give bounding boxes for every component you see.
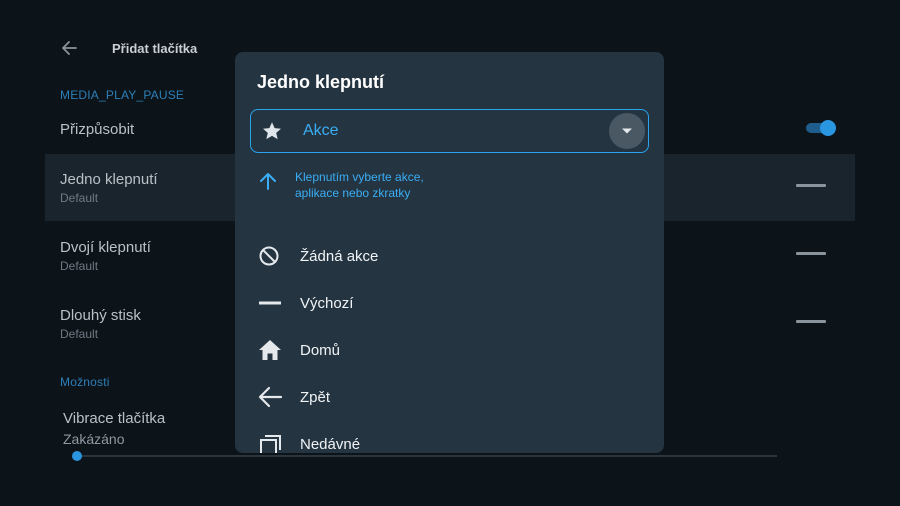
row-single-tap-subtitle: Default	[60, 191, 99, 205]
vibration-slider-track[interactable]	[77, 455, 777, 457]
row-double-tap-title[interactable]: Dvojí klepnutí	[60, 239, 151, 256]
dash-icon	[796, 320, 826, 323]
back-arrow-icon[interactable]	[58, 38, 84, 58]
option-home[interactable]: Domů	[257, 336, 340, 364]
vibration-title: Vibrace tlačítka	[63, 410, 166, 427]
dialog-title: Jedno klepnutí	[257, 72, 385, 92]
chevron-down-icon	[622, 128, 632, 134]
option-recents[interactable]: Nedávné	[257, 430, 360, 453]
home-icon	[257, 336, 287, 364]
action-dialog: Jedno klepnutí Akce Klepnutím vyberte ak…	[235, 52, 664, 453]
section-label-options: Možnosti	[60, 375, 110, 389]
hint-block: Klepnutím vyberte akce, aplikace nebo zk…	[257, 170, 425, 201]
option-label: Domů	[300, 341, 341, 359]
option-label: Výchozí	[300, 294, 354, 312]
section-label-media: MEDIA_PLAY_PAUSE	[60, 88, 185, 102]
option-label: Žádná akce	[300, 247, 379, 265]
option-no-action[interactable]: Žádná akce	[257, 242, 378, 270]
vibration-subtitle: Zakázáno	[63, 431, 125, 447]
row-long-press-title[interactable]: Dlouhý stisk	[60, 307, 141, 324]
row-double-tap-subtitle: Default	[60, 259, 99, 273]
customize-toggle[interactable]	[806, 120, 836, 136]
vibration-slider-knob[interactable]	[72, 451, 82, 461]
option-default[interactable]: Výchozí	[257, 289, 353, 317]
dash-icon	[257, 289, 287, 317]
recents-icon	[257, 430, 287, 453]
option-label: Zpět	[300, 388, 331, 406]
select-value: Akce	[303, 122, 339, 139]
row-long-press-subtitle: Default	[60, 327, 99, 341]
option-label: Nedávné	[300, 435, 361, 453]
action-type-select[interactable]: Akce	[250, 109, 649, 153]
dash-icon	[796, 184, 826, 187]
hint-text: Klepnutím vyberte akce, aplikace nebo zk…	[295, 170, 424, 200]
header: Přidat tlačítka	[58, 36, 197, 60]
dropdown-button[interactable]	[609, 113, 645, 149]
page-title: Přidat tlačítka	[112, 40, 198, 56]
customize-label: Přizpůsobit	[60, 121, 135, 138]
arrow-up-icon	[257, 170, 279, 192]
star-icon	[261, 120, 283, 142]
option-back[interactable]: Zpět	[257, 383, 330, 411]
block-icon	[257, 242, 287, 270]
row-single-tap-title: Jedno klepnutí	[60, 171, 158, 188]
arrow-back-icon	[257, 383, 287, 411]
toggle-knob	[820, 120, 836, 136]
dash-icon	[796, 252, 826, 255]
